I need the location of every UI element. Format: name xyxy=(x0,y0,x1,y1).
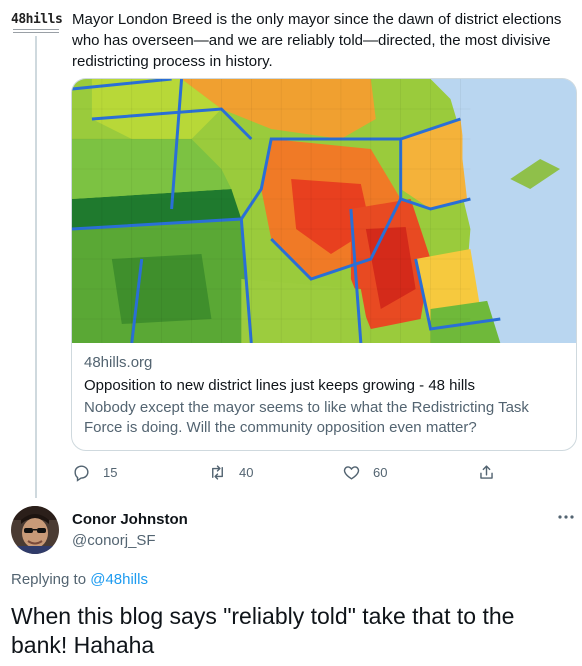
retweet-count: 40 xyxy=(239,465,254,480)
replying-to-line: Replying to @48hills xyxy=(11,571,148,588)
tweet-actions-bar: 15 40 60 xyxy=(72,463,502,485)
reply-count: 15 xyxy=(103,465,118,480)
redistricting-map-image xyxy=(72,79,576,343)
retweet-icon xyxy=(212,465,223,480)
card-title: Opposition to new district lines just ke… xyxy=(84,377,476,394)
replying-to-label: Replying to xyxy=(11,571,91,588)
avatar[interactable] xyxy=(11,506,59,554)
link-preview-card[interactable]: 48hills.org Opposition to new district l… xyxy=(71,78,577,451)
logo-tagline xyxy=(11,29,61,37)
more-options-button[interactable] xyxy=(555,507,577,527)
like-button[interactable]: 60 xyxy=(342,463,387,482)
card-domain: 48hills.org xyxy=(84,354,153,371)
card-description: Nobody except the mayor seems to like wh… xyxy=(84,399,529,436)
reply-icon xyxy=(74,465,89,482)
reply-author-name[interactable]: Conor Johnston xyxy=(72,511,188,528)
source-avatar-logo[interactable]: 48hills xyxy=(11,12,63,37)
profile-photo xyxy=(11,506,59,554)
more-icon xyxy=(558,515,574,519)
like-count: 60 xyxy=(373,465,388,480)
logo-text: 48hills xyxy=(11,12,63,27)
reply-button[interactable]: 15 xyxy=(72,463,117,482)
replying-to-link[interactable]: @48hills xyxy=(90,571,148,588)
card-meta: 48hills.org Opposition to new district l… xyxy=(72,343,576,438)
retweet-button[interactable]: 40 xyxy=(208,463,253,482)
thread-connector-line xyxy=(35,36,37,498)
share-button[interactable] xyxy=(477,463,496,482)
tweet-text: Mayor London Breed is the only mayor sin… xyxy=(72,11,562,70)
share-icon xyxy=(480,465,493,479)
reply-text: When this blog says "reliably told" take… xyxy=(11,603,515,658)
reply-author-handle[interactable]: @conorj_SF xyxy=(72,532,156,549)
like-icon xyxy=(343,466,360,480)
